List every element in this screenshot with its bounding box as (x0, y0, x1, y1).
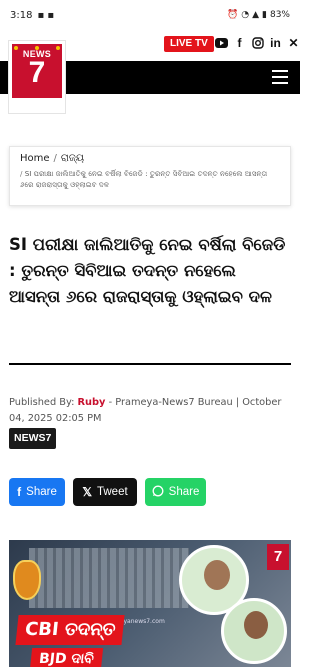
facebook-icon: f (17, 485, 22, 499)
truck-graphic (29, 548, 189, 608)
status-bar: 3:18 ▪ ▪ ⏰ ◔ ▲ ▮ 83% (0, 0, 300, 30)
headline-divider (9, 363, 291, 365)
hero-banner-line2: BJD ଦାବି (29, 648, 103, 667)
whatsapp-share-label: Share (168, 486, 200, 498)
channel-logo: 7 (267, 544, 289, 570)
facebook-icon[interactable]: f (233, 36, 246, 50)
menu-icon[interactable] (272, 70, 288, 84)
published-by-label: Published By: (9, 397, 75, 408)
linkedin-icon[interactable]: in (269, 36, 282, 50)
tweet-button[interactable]: 𝕏 Tweet (73, 478, 137, 506)
breadcrumb-current: SI ପରୀକ୍ଷା ଜାଲିଆତିକୁ ନେଇ ବର୍ଷିଲା ବିଜେଡି … (20, 169, 268, 189)
breadcrumb-home[interactable]: Home (20, 153, 50, 164)
breadcrumb-separator-2: / (20, 169, 23, 178)
tag-badge[interactable]: NEWS7 (9, 428, 57, 449)
x-icon[interactable]: ✕ (287, 36, 300, 50)
battery-level: 83% (269, 10, 290, 20)
status-time: 3:18 (10, 9, 33, 21)
police-emblem-icon (13, 560, 41, 600)
article-meta: Published By: Ruby - Prameya-News7 Burea… (9, 395, 294, 427)
alarm-icon: ⏰ (227, 10, 239, 20)
live-tv-button[interactable]: LIVE TV (164, 36, 214, 52)
logo-tagline (12, 98, 62, 110)
hero-banner-line1: CBI ତଦନ୍ତ (15, 615, 125, 645)
breadcrumb: Home / ରାଜ୍ୟ / SI ପରୀକ୍ଷା ଜାଲିଆତିକୁ ନେଇ … (9, 146, 291, 206)
breadcrumb-category[interactable]: ରାଜ୍ୟ (61, 153, 84, 164)
social-links: f in ✕ (215, 36, 300, 50)
battery-icon: ▮ (262, 10, 267, 20)
share-buttons: f Share 𝕏 Tweet Share (9, 478, 206, 506)
alert-icon: ▪ ▪ (37, 9, 55, 21)
facebook-share-label: Share (26, 486, 57, 498)
news7-logo[interactable]: NEWS 7 (8, 40, 66, 114)
facebook-share-button[interactable]: f Share (9, 478, 65, 506)
tweet-label: Tweet (96, 486, 128, 498)
author-link[interactable]: Ruby (78, 397, 106, 408)
x-icon: 𝕏 (82, 485, 92, 499)
signal-icon: ▲ (252, 10, 260, 20)
youtube-icon[interactable] (215, 36, 228, 50)
wifi-icon: ◔ (241, 10, 250, 20)
logo-number: 7 (28, 56, 46, 89)
whatsapp-share-button[interactable]: Share (145, 478, 206, 506)
breadcrumb-separator: / (53, 153, 57, 164)
instagram-icon[interactable] (251, 36, 264, 50)
speaker-photo-2 (221, 598, 287, 664)
article-headline: SI ପରୀକ୍ଷା ଜାଲିଆତିକୁ ନେଇ ବର୍ଷିଲା ବିଜେଡି … (9, 235, 286, 306)
hero-image[interactable]: 7 prameyanews7.com CBI ତଦନ୍ତ BJD ଦାବି (9, 540, 291, 667)
whatsapp-icon (152, 485, 164, 500)
